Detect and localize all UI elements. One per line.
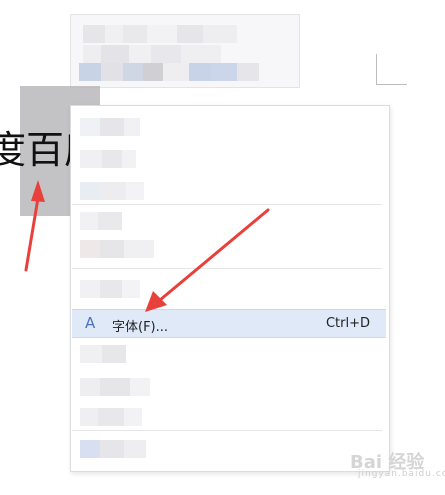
arrow-to-font-item <box>145 208 270 312</box>
annotation-arrows <box>24 180 270 312</box>
arrow-to-selection <box>24 180 45 272</box>
baidu-watermark-url: jingyan.baidu.com <box>358 469 445 479</box>
